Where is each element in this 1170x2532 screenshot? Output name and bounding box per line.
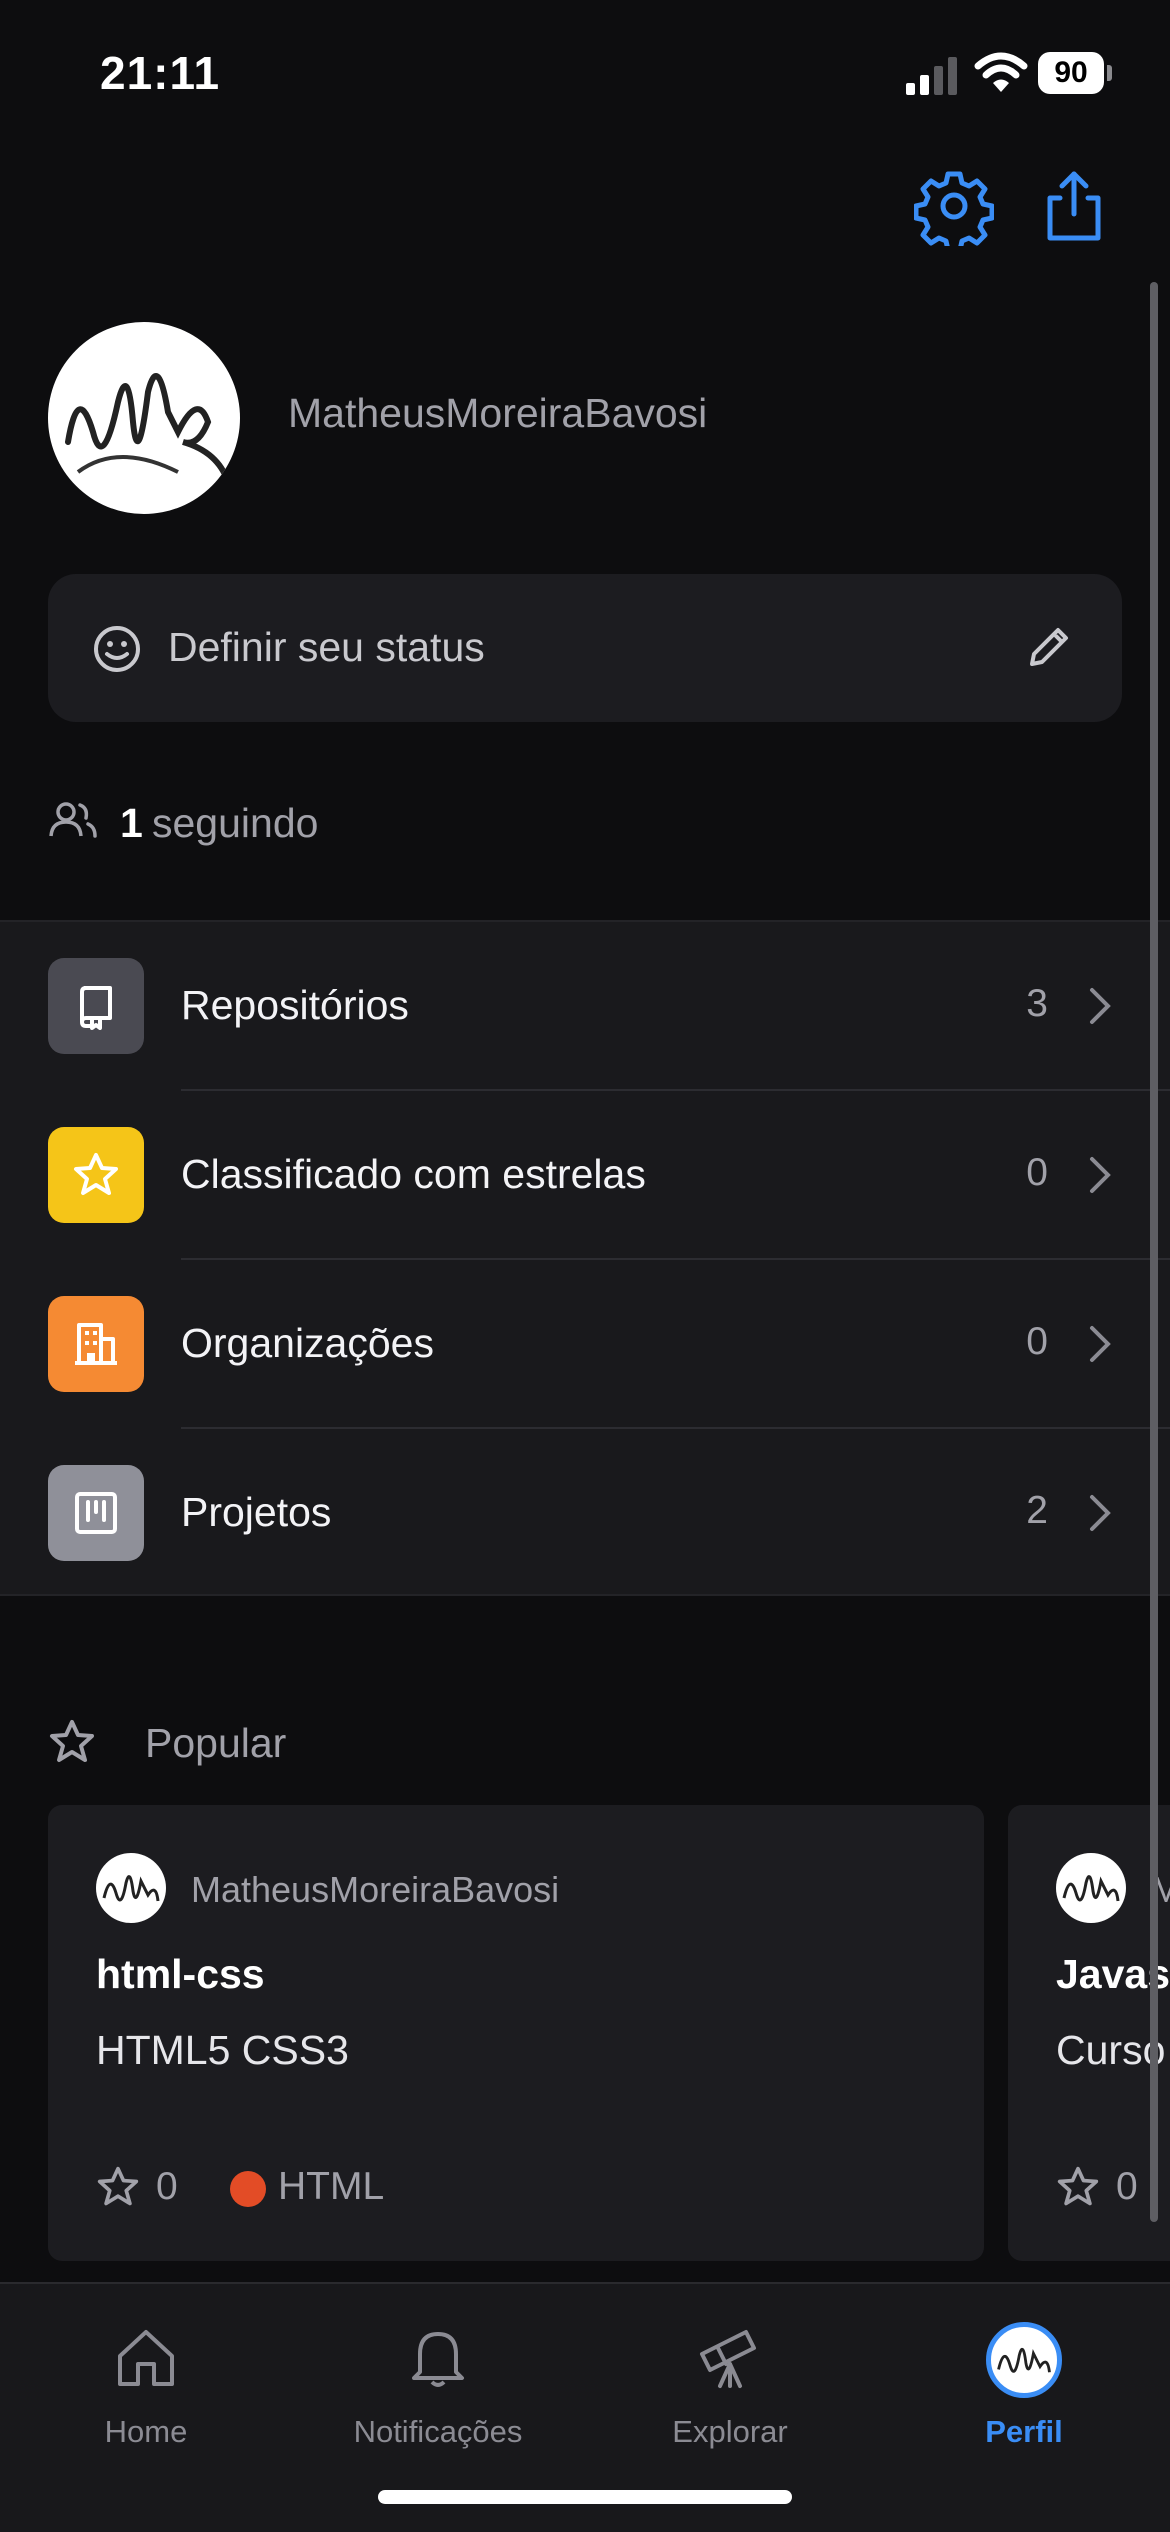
star-icon [48, 1127, 144, 1223]
status-time: 21:11 [100, 47, 221, 99]
settings-gear-icon[interactable] [914, 166, 994, 246]
repo-description: Curso [1056, 2027, 1166, 2073]
avatar [1056, 1853, 1126, 1923]
tab-label: Notificações [353, 2414, 523, 2449]
home-icon [118, 2330, 174, 2386]
repo-language: HTML [278, 2165, 385, 2208]
tab-profile[interactable]: Perfil [894, 2304, 1154, 2454]
repo-star-count: 0 [1116, 2165, 1138, 2208]
repo-star-count: 0 [156, 2165, 178, 2208]
tab-label: Explorar [672, 2414, 788, 2449]
menu-label: Organizações [181, 1320, 434, 1366]
avatar [986, 2322, 1062, 2398]
star-icon [1057, 2166, 1099, 2206]
popular-repo-card[interactable]: M Javas Curso 0 [1008, 1805, 1170, 2261]
tab-home[interactable]: Home [16, 2304, 276, 2454]
profile-username: MatheusMoreiraBavosi [288, 390, 708, 436]
menu-row-starred[interactable]: Classificado com estrelas 0 [0, 1091, 1170, 1260]
pencil-icon[interactable] [1024, 622, 1074, 672]
wifi-icon [974, 52, 1028, 92]
tab-notifications[interactable]: Notificações [308, 2304, 568, 2454]
scrollbar[interactable] [1150, 282, 1158, 2222]
cellular-signal-icon [906, 57, 957, 95]
smiley-icon [94, 626, 140, 672]
chevron-right-icon [1090, 1157, 1111, 1193]
profile-menu-list: Repositórios 3 Classificado com estrelas… [0, 920, 1170, 1596]
battery-level: 90 [1038, 52, 1104, 94]
repo-description: HTML5 CSS3 [96, 2027, 349, 2073]
repo-owner: MatheusMoreiraBavosi [191, 1869, 560, 1910]
menu-row-repositories[interactable]: Repositórios 3 [0, 922, 1170, 1091]
chevron-right-icon [1090, 1495, 1111, 1531]
home-indicator[interactable] [378, 2490, 792, 2504]
signature-avatar-image [65, 373, 231, 485]
menu-count: 0 [1026, 1151, 1048, 1194]
repo-title: html-css [96, 1951, 265, 1997]
profile-avatar[interactable] [48, 322, 240, 514]
organization-icon [48, 1296, 144, 1392]
telescope-icon [700, 2330, 756, 2388]
avatar [96, 1853, 166, 1923]
menu-row-organizations[interactable]: Organizações 0 [0, 1260, 1170, 1429]
status-placeholder: Definir seu status [168, 624, 485, 670]
tab-explore[interactable]: Explorar [600, 2304, 860, 2454]
menu-count: 2 [1026, 1489, 1048, 1532]
popular-heading: Popular [145, 1720, 287, 1766]
following-label[interactable]: seguindo [152, 800, 318, 847]
share-icon[interactable] [1034, 166, 1114, 246]
star-outline-icon [50, 1720, 94, 1762]
menu-label: Repositórios [181, 982, 409, 1028]
tab-label: Perfil [985, 2414, 1063, 2449]
battery-indicator: 90 [1038, 52, 1112, 94]
people-icon [49, 802, 97, 838]
star-icon [97, 2166, 139, 2206]
menu-label: Projetos [181, 1489, 332, 1535]
set-status-button[interactable]: Definir seu status [48, 574, 1122, 722]
project-icon [48, 1465, 144, 1561]
chevron-right-icon [1090, 988, 1111, 1024]
menu-count: 3 [1026, 982, 1048, 1025]
chevron-right-icon [1090, 1326, 1111, 1362]
menu-row-projects[interactable]: Projetos 2 [0, 1429, 1170, 1598]
language-color-dot [230, 2171, 266, 2207]
following-count[interactable]: 1 [120, 800, 143, 847]
tab-label: Home [104, 2414, 188, 2449]
menu-count: 0 [1026, 1320, 1048, 1363]
repo-icon [48, 958, 144, 1054]
menu-label: Classificado com estrelas [181, 1151, 646, 1197]
bell-icon [412, 2332, 464, 2387]
popular-repo-card[interactable]: MatheusMoreiraBavosi html-css HTML5 CSS3… [48, 1805, 984, 2261]
